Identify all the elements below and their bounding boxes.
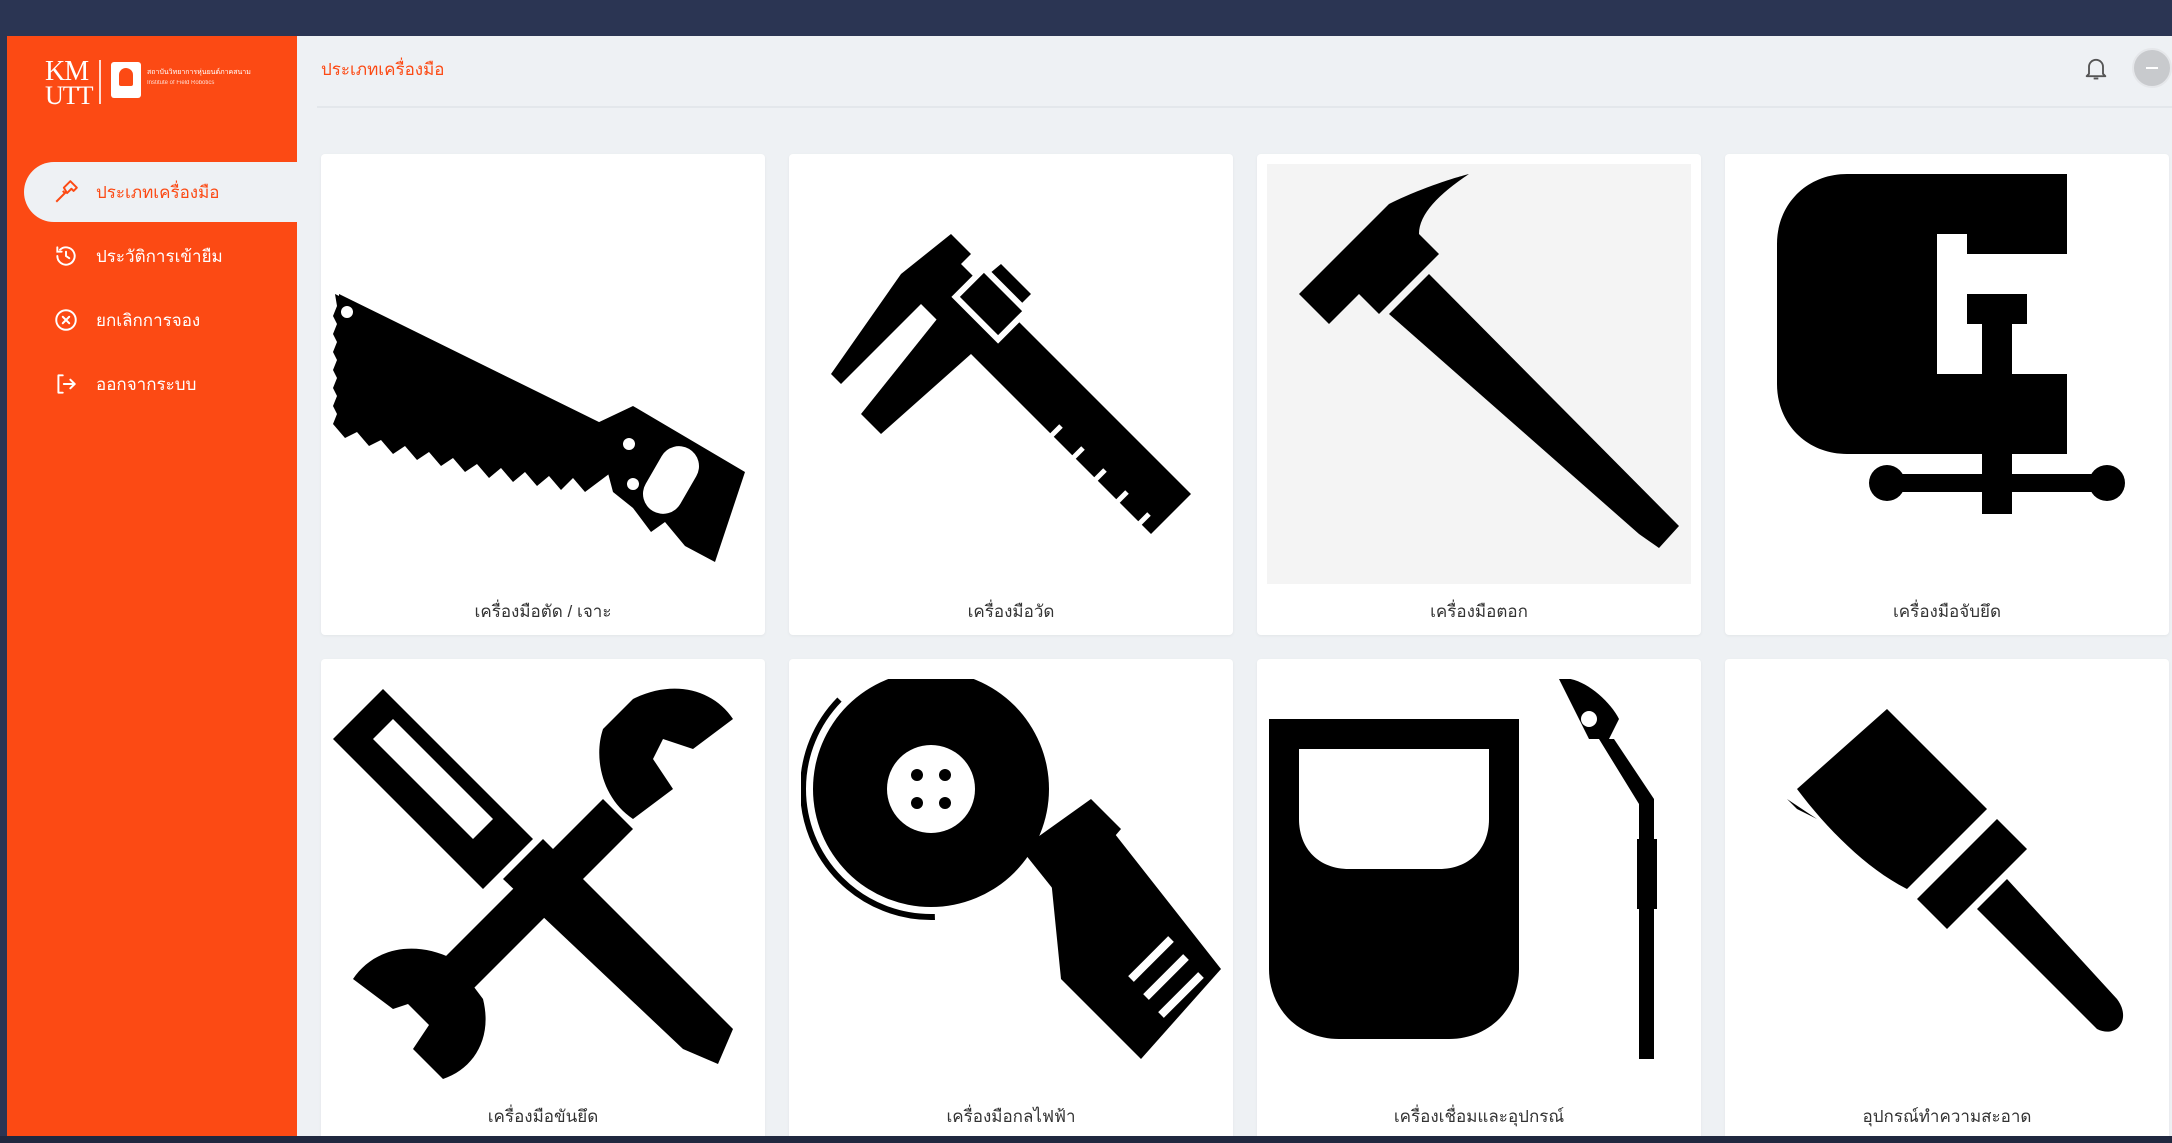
category-label: เครื่องมือกลไฟฟ้า xyxy=(946,1107,1076,1126)
caliper-icon xyxy=(799,164,1223,584)
bell-icon[interactable] xyxy=(2082,54,2110,82)
sidebar-nav: ประเภทเครื่องมือ ประวัติการเข้ายืม ยกเลิ… xyxy=(7,162,297,418)
category-label: เครื่องมือตอก xyxy=(1430,602,1528,621)
page-title: ประเภทเครื่องมือ xyxy=(321,60,445,79)
category-label: เครื่องเชื่อมและอุปกรณ์ xyxy=(1393,1107,1565,1126)
hammer-icon xyxy=(1267,164,1691,584)
logo-divider xyxy=(99,60,101,104)
category-card-holding[interactable]: เครื่องมือจับยึด xyxy=(1725,154,2169,635)
kmutt-logo: KM UTT xyxy=(45,56,94,110)
category-label: เครื่องมือตัด / เจาะ xyxy=(474,602,612,621)
sidebar-item-tool-types[interactable]: ประเภทเครื่องมือ xyxy=(24,162,297,222)
institute-name: สถาบันวิทยาการหุ่นยนต์ภาคสนาม Institute … xyxy=(147,69,251,86)
sidebar-item-cancel-booking[interactable]: ยกเลิกการจอง xyxy=(24,290,297,350)
welding-icon xyxy=(1267,669,1691,1089)
sidebar-item-logout[interactable]: ออกจากระบบ xyxy=(24,354,297,414)
category-label: เครื่องมือวัด xyxy=(967,602,1055,621)
logout-icon xyxy=(52,370,80,398)
institute-badge xyxy=(111,62,141,98)
cancel-circle-icon xyxy=(52,306,80,334)
saw-icon xyxy=(331,164,755,584)
category-card-measuring[interactable]: เครื่องมือวัด xyxy=(789,154,1233,635)
header-divider xyxy=(317,106,2172,108)
category-card-fastening[interactable]: เครื่องมือขันยึด xyxy=(321,659,765,1136)
logo: KM UTT สถาบันวิทยาการหุ่นยนต์ภาคสนาม Ins… xyxy=(7,36,297,160)
paintbrush-icon xyxy=(1735,669,2159,1089)
sidebar-item-label: ประเภทเครื่องมือ xyxy=(96,182,220,202)
category-label: อุปกรณ์ทำความสะอาด xyxy=(1862,1107,2032,1126)
sidebar-item-label: ประวัติการเข้ายืม xyxy=(96,246,223,266)
sidebar-item-label: ยกเลิกการจอง xyxy=(96,310,201,330)
history-icon xyxy=(52,242,80,270)
avatar[interactable] xyxy=(2132,48,2172,88)
screwdriver-wrench-icon xyxy=(331,669,755,1089)
category-label: เครื่องมือจับยึด xyxy=(1893,602,2001,621)
app-window: KM UTT สถาบันวิทยาการหุ่นยนต์ภาคสนาม Ins… xyxy=(7,36,2172,1136)
main-content: ประเภทเครื่องมือ เครื่องมือตัด / เจาะ เค… xyxy=(297,36,2172,1136)
hammer-icon xyxy=(52,178,80,206)
sidebar-item-history[interactable]: ประวัติการเข้ายืม xyxy=(24,226,297,286)
top-bar: ประเภทเครื่องมือ xyxy=(297,36,2172,106)
category-card-power-tools[interactable]: เครื่องมือกลไฟฟ้า xyxy=(789,659,1233,1136)
category-card-cutting[interactable]: เครื่องมือตัด / เจาะ xyxy=(321,154,765,635)
category-label: เครื่องมือขันยึด xyxy=(487,1107,599,1126)
sidebar-item-label: ออกจากระบบ xyxy=(96,374,197,394)
category-card-striking[interactable]: เครื่องมือตอก xyxy=(1257,154,1701,635)
sidebar: KM UTT สถาบันวิทยาการหุ่นยนต์ภาคสนาม Ins… xyxy=(7,36,297,1136)
desktop-backdrop xyxy=(0,1136,2172,1143)
category-card-cleaning[interactable]: อุปกรณ์ทำความสะอาด xyxy=(1725,659,2169,1136)
category-card-welding[interactable]: เครื่องเชื่อมและอุปกรณ์ xyxy=(1257,659,1701,1136)
clamp-icon xyxy=(1735,164,2159,584)
angle-grinder-icon xyxy=(799,669,1223,1089)
